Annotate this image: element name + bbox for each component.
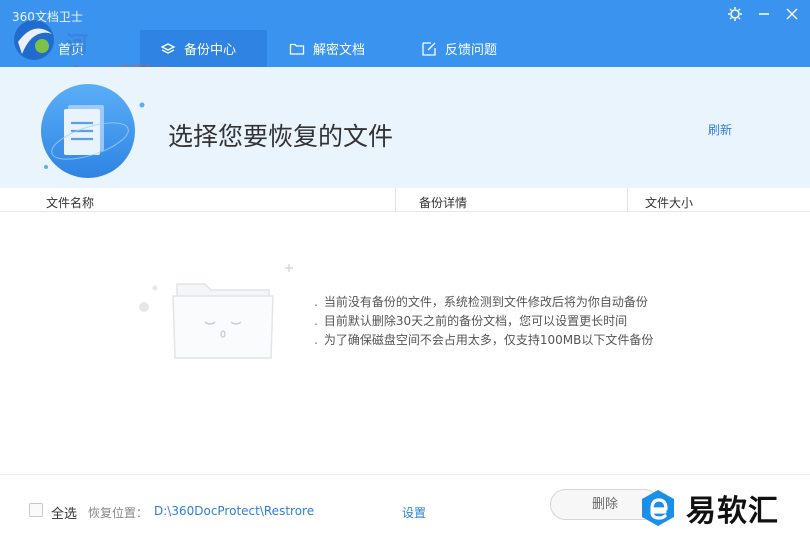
- tab-feedback-label: 反馈问题: [445, 43, 498, 58]
- tab-decrypt-docs[interactable]: 解密文档: [267, 30, 395, 67]
- column-divider[interactable]: [627, 188, 628, 212]
- tab-decrypt-docs-label: 解密文档: [313, 43, 366, 58]
- close-icon[interactable]: [780, 3, 804, 25]
- select-all-label[interactable]: 全选: [51, 503, 77, 522]
- page-title: 选择您要恢复的文件: [168, 122, 394, 151]
- folder-icon: [289, 41, 305, 57]
- edit-icon: [421, 41, 437, 57]
- footer-divider: [0, 474, 810, 475]
- tab-home-label: 首页: [58, 43, 85, 58]
- empty-state-message: 当前没有备份的文件，系统检测到文件修改后将为你自动备份 目前默认删除30天之前的…: [314, 293, 654, 350]
- brand-logo: 易软汇: [638, 486, 779, 530]
- settings-gear-icon[interactable]: [723, 3, 747, 25]
- restore-location-path[interactable]: D:\360DocProtect\Restrore: [154, 504, 314, 518]
- column-header-filesize[interactable]: 文件大小: [645, 194, 693, 211]
- app-title: 360文档卫士: [12, 10, 83, 24]
- column-header-backup-details[interactable]: 备份详情: [419, 194, 467, 211]
- home-icon: [34, 41, 50, 57]
- empty-folder-icon: [139, 264, 293, 359]
- empty-state-line: 为了确保磁盘空间不会占用太多，仅支持100MB以下文件备份: [314, 331, 654, 350]
- tab-backup-center-label: 备份中心: [184, 43, 237, 58]
- main-tabs: 首页 备份中心 解密文档 反馈问题: [0, 30, 810, 67]
- minimize-icon[interactable]: [752, 3, 776, 25]
- settings-link[interactable]: 设置: [402, 504, 426, 521]
- file-table-header: 文件名称 备份详情 文件大小: [0, 188, 810, 212]
- tab-backup-center[interactable]: 备份中心: [140, 30, 267, 67]
- column-divider[interactable]: [395, 188, 396, 212]
- document-icon: [41, 84, 145, 178]
- title-bar: 360文档卫士 首页 备份中心 解密文档 反馈问题: [0, 0, 810, 67]
- refresh-link[interactable]: 刷新: [708, 121, 732, 138]
- tab-home[interactable]: 首页: [20, 30, 140, 67]
- brand-logo-icon: [642, 490, 674, 526]
- column-header-filename[interactable]: 文件名称: [46, 194, 94, 211]
- select-all-checkbox[interactable]: [29, 503, 43, 517]
- brand-text: 易软汇: [686, 494, 779, 529]
- restore-location-label: 恢复位置：: [88, 506, 149, 520]
- empty-state-line: 目前默认删除30天之前的备份文档，您可以设置更长时间: [314, 312, 653, 331]
- empty-state-line: 当前没有备份的文件，系统检测到文件修改后将为你自动备份: [314, 293, 653, 312]
- backup-icon: [160, 41, 176, 57]
- page-header: 选择您要恢复的文件 刷新: [0, 67, 810, 188]
- tab-feedback[interactable]: 反馈问题: [395, 30, 523, 67]
